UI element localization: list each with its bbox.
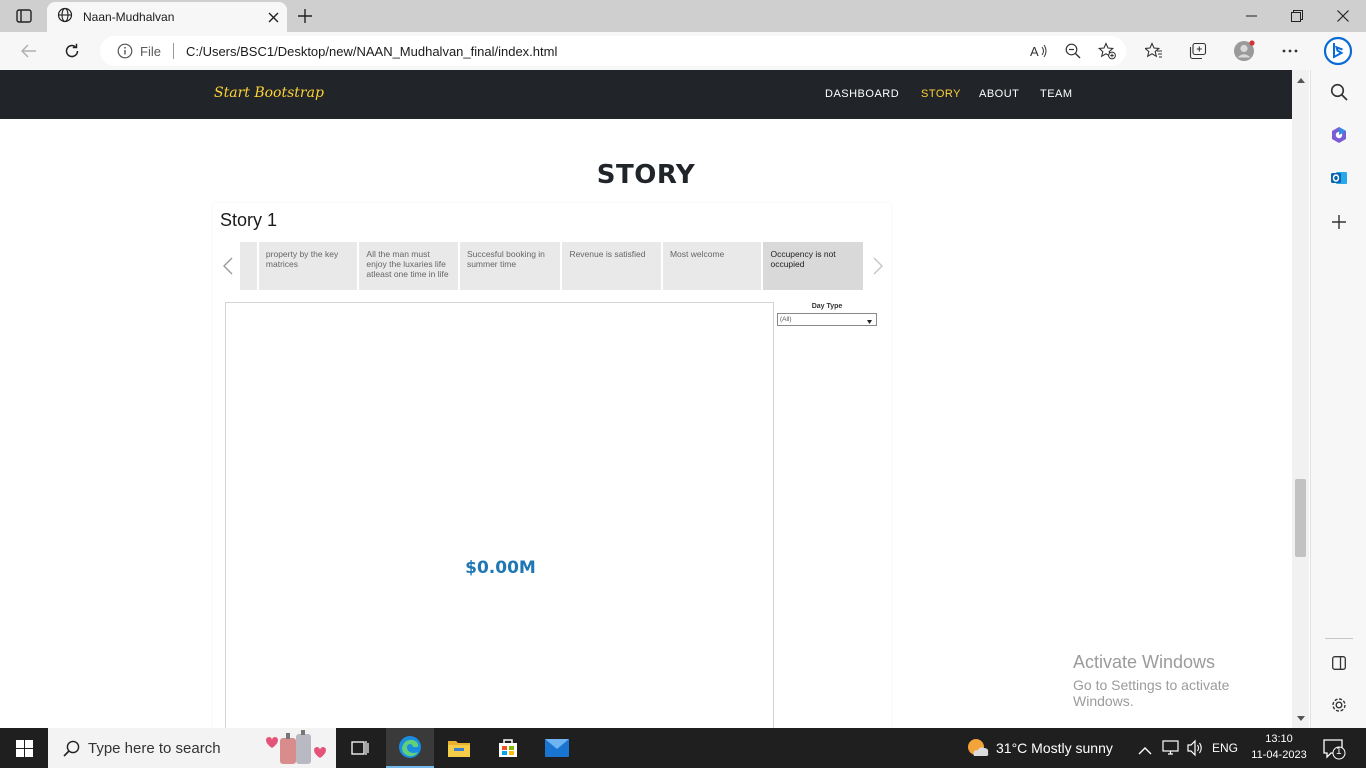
day-type-select[interactable]: (All) xyxy=(777,313,877,326)
site-brand[interactable]: Start Bootstrap xyxy=(214,85,324,101)
globe-icon xyxy=(57,7,73,28)
story-panel: Story 1 property by the key matrices All… xyxy=(213,203,891,728)
browser-tab-bar: Naan-Mudhalvan xyxy=(0,0,1366,32)
add-app-icon[interactable] xyxy=(1325,208,1353,236)
edge-taskbar-icon[interactable] xyxy=(386,728,434,768)
windows-start-icon[interactable] xyxy=(0,728,48,768)
more-options-icon[interactable] xyxy=(1275,37,1305,65)
activation-watermark: Activate Windows Go to Settings to activ… xyxy=(1073,652,1292,709)
story-point[interactable]: All the man must enjoy the luxaries life… xyxy=(359,242,458,290)
close-window-icon[interactable] xyxy=(1320,0,1366,32)
svg-text:A: A xyxy=(1030,44,1039,58)
clock-time: 13:10 xyxy=(1265,733,1293,745)
volume-icon[interactable] xyxy=(1186,739,1204,762)
windows-taskbar: Type here to search 31°C Mostly sunny EN… xyxy=(0,728,1366,768)
browser-tab[interactable]: Naan-Mudhalvan xyxy=(47,2,287,32)
notification-count: 1 xyxy=(1336,746,1342,757)
weather-icon[interactable] xyxy=(966,738,990,763)
microsoft-store-icon[interactable] xyxy=(484,728,532,768)
file-scheme-label: File xyxy=(140,43,161,59)
address-bar-row: File C:/Users/BSC1/Desktop/new/NAAN_Mudh… xyxy=(0,32,1366,70)
url-text[interactable]: C:/Users/BSC1/Desktop/new/NAAN_Mudhalvan… xyxy=(186,44,1024,59)
refresh-icon[interactable] xyxy=(57,37,87,65)
visualization-area: $0.00M xyxy=(225,302,774,728)
taskbar-search-placeholder: Type here to search xyxy=(88,739,221,757)
read-aloud-icon[interactable]: A xyxy=(1024,37,1054,65)
tab-title: Naan-Mudhalvan xyxy=(83,10,175,24)
restore-icon[interactable] xyxy=(1274,0,1320,32)
collections-icon[interactable] xyxy=(1183,37,1213,65)
search-highlight-illustration xyxy=(260,730,334,766)
search-icon[interactable] xyxy=(1325,78,1353,106)
network-icon[interactable] xyxy=(1162,739,1182,762)
close-tab-icon[interactable] xyxy=(259,3,287,31)
language-indicator[interactable]: ENG xyxy=(1212,741,1238,755)
story-title: Story 1 xyxy=(220,210,278,230)
mail-icon[interactable] xyxy=(533,728,581,768)
chevron-left-icon[interactable] xyxy=(219,252,237,280)
caret-down-icon xyxy=(867,311,872,329)
chevron-up-icon[interactable] xyxy=(1138,742,1152,760)
tab-actions-icon[interactable] xyxy=(10,6,38,26)
story-point[interactable]: Revenue is satisfied xyxy=(562,242,661,290)
minimize-icon[interactable] xyxy=(1228,0,1274,32)
nav-about[interactable]: ABOUT xyxy=(979,88,1019,100)
story-point[interactable]: Succesful booking in summer time xyxy=(459,242,561,290)
address-bar[interactable]: File C:/Users/BSC1/Desktop/new/NAAN_Mudh… xyxy=(100,36,1126,66)
sidebar-toggle-icon[interactable] xyxy=(1325,649,1353,677)
filter-label: Day Type xyxy=(811,303,843,310)
address-separator xyxy=(172,43,174,59)
clock-date: 11-04-2023 xyxy=(1251,749,1307,761)
scroll-up-icon[interactable] xyxy=(1296,76,1305,85)
watermark-line2: Go to Settings to activate Windows. xyxy=(1073,677,1230,709)
task-view-icon[interactable] xyxy=(336,728,384,768)
story-point-partial[interactable] xyxy=(240,242,257,290)
nav-story[interactable]: STORY xyxy=(921,88,961,100)
system-clock[interactable]: 13:10 11-04-2023 xyxy=(1250,731,1308,763)
scrollbar-thumb[interactable] xyxy=(1295,479,1306,557)
zoom-out-icon[interactable] xyxy=(1058,37,1088,65)
story-point[interactable]: Most welcome xyxy=(662,242,762,290)
notification-icon[interactable] xyxy=(1322,738,1346,765)
site-navbar: Start Bootstrap DASHBOARD STORY ABOUT TE… xyxy=(0,70,1292,119)
story-point[interactable]: property by the key matrices xyxy=(258,242,358,290)
weather-text[interactable]: 31°C Mostly sunny xyxy=(996,740,1113,756)
copilot-icon[interactable] xyxy=(1325,121,1353,149)
page-scrollbar[interactable] xyxy=(1292,70,1309,728)
page-viewport: Start Bootstrap DASHBOARD STORY ABOUT TE… xyxy=(0,70,1292,728)
browser-sidebar xyxy=(1310,70,1366,728)
nav-dashboard[interactable]: DASHBOARD xyxy=(825,88,899,100)
info-icon[interactable] xyxy=(116,42,134,60)
sidebar-divider xyxy=(1325,638,1353,639)
favorites-icon[interactable] xyxy=(1139,37,1169,65)
new-tab-icon[interactable] xyxy=(292,4,318,28)
back-icon[interactable] xyxy=(14,37,44,65)
story-point-active[interactable]: Occupency is not occupied xyxy=(763,242,863,290)
chevron-right-icon[interactable] xyxy=(869,252,887,280)
day-type-filter: Day Type (All) xyxy=(777,303,877,326)
kpi-value: $0.00M xyxy=(465,558,536,578)
nav-team[interactable]: TEAM xyxy=(1040,88,1073,100)
outlook-icon[interactable] xyxy=(1325,164,1353,192)
bing-chat-icon[interactable] xyxy=(1322,35,1354,67)
settings-gear-icon[interactable] xyxy=(1325,691,1353,719)
taskbar-search-box[interactable]: Type here to search xyxy=(48,728,336,768)
filter-value: (All) xyxy=(780,316,792,323)
profile-avatar[interactable] xyxy=(1229,37,1259,65)
add-favorite-icon[interactable] xyxy=(1092,37,1122,65)
taskbar-search-icon xyxy=(62,739,80,757)
watermark-line1: Activate Windows xyxy=(1073,652,1216,672)
story-points-row: property by the key matrices All the man… xyxy=(213,242,891,290)
file-explorer-icon[interactable] xyxy=(435,728,483,768)
page-title: STORY xyxy=(596,160,696,190)
scroll-down-icon[interactable] xyxy=(1296,714,1305,723)
story-points-track: property by the key matrices All the man… xyxy=(240,242,865,290)
